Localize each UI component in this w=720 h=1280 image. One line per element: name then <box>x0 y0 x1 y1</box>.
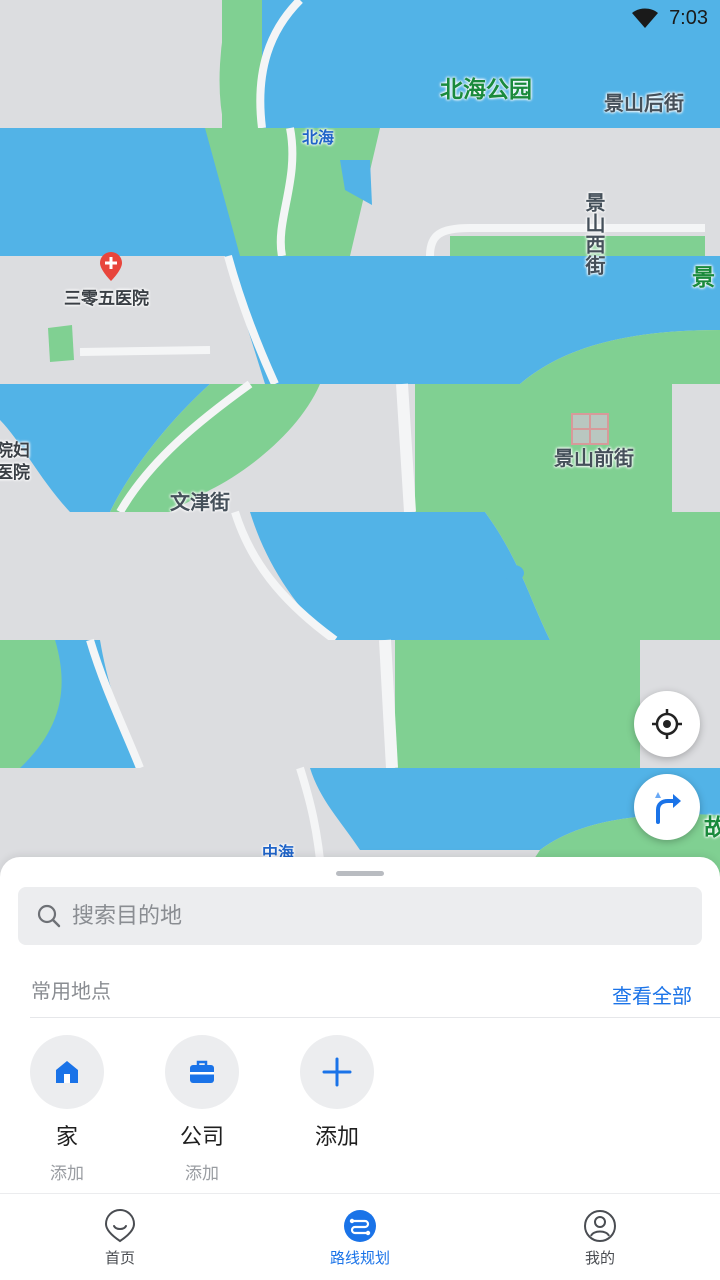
place-home-name: 家 <box>55 1125 78 1150</box>
map-label-jingshan-xi-jie: 景山西街 <box>582 192 606 276</box>
nav-item-profile[interactable]: 我的 <box>480 1194 720 1280</box>
status-bar: 7:03 <box>560 0 720 36</box>
place-home-icon-circle[interactable] <box>30 1035 104 1109</box>
map-label-hospital-305[interactable]: 三零五医院 <box>64 284 149 309</box>
map-label-hospital-partial: 院妇 医院 <box>0 441 30 483</box>
map-label-jingshan-hou-jie: 景山后街 <box>604 91 684 115</box>
place-add-name: 添加 <box>314 1125 359 1150</box>
bottom-nav: 首页 路线规划 我的 <box>0 1193 720 1280</box>
nav-item-profile-label: 我的 <box>584 1249 615 1267</box>
hospital-pin-icon[interactable] <box>98 252 124 282</box>
nav-item-route-plan[interactable]: 路线规划 <box>240 1194 480 1280</box>
view-all-link[interactable]: 查看全部 <box>612 980 692 1009</box>
map-view[interactable]: 北海公园 景山后街 北海 景山西街 景 三零五医院 院妇 医院 景山前街 文津街… <box>0 0 720 880</box>
search-icon <box>37 904 61 928</box>
route-button[interactable] <box>634 774 700 840</box>
divider <box>30 1017 720 1018</box>
search-bar[interactable] <box>18 887 702 945</box>
place-add[interactable]: 添加 <box>297 1035 377 1151</box>
map-label-jingshan-qian-jie: 景山前街 <box>554 446 634 470</box>
map-label-jing-edge: 景 <box>692 265 715 291</box>
map-label-wenjin-jie: 文津街 <box>170 490 230 514</box>
plus-icon <box>322 1057 352 1087</box>
route-plan-icon <box>344 1210 376 1242</box>
map-label-gu-edge: 故 <box>704 815 720 841</box>
sheet-drag-handle[interactable] <box>336 871 384 876</box>
route-turn-icon <box>655 792 681 824</box>
locate-crosshair-icon <box>652 709 682 739</box>
map-label-beihai-park[interactable]: 北海公园 <box>440 70 532 104</box>
home-icon <box>56 1061 78 1083</box>
wifi-icon <box>632 8 659 28</box>
place-work-name: 公司 <box>179 1125 224 1150</box>
profile-icon <box>584 1210 616 1242</box>
search-input[interactable] <box>72 903 672 929</box>
nav-item-home-label: 首页 <box>104 1249 135 1267</box>
place-work-sub: 添加 <box>185 1164 219 1184</box>
locate-button[interactable] <box>634 691 700 757</box>
map-tiles <box>0 0 720 880</box>
place-work-icon-circle[interactable] <box>165 1035 239 1109</box>
map-label-beihai: 北海 <box>302 128 335 147</box>
place-work[interactable]: 公司 添加 <box>162 1035 242 1184</box>
home-smile-icon <box>104 1209 136 1243</box>
nav-item-home[interactable]: 首页 <box>0 1194 240 1280</box>
place-home[interactable]: 家 添加 <box>27 1035 107 1184</box>
nav-item-route-plan-label: 路线规划 <box>329 1249 390 1267</box>
favorites-title: 常用地点 <box>31 979 111 1003</box>
status-time: 7:03 <box>669 6 708 29</box>
place-add-icon-circle[interactable] <box>300 1035 374 1109</box>
briefcase-icon <box>190 1060 214 1083</box>
place-home-sub: 添加 <box>50 1164 84 1184</box>
